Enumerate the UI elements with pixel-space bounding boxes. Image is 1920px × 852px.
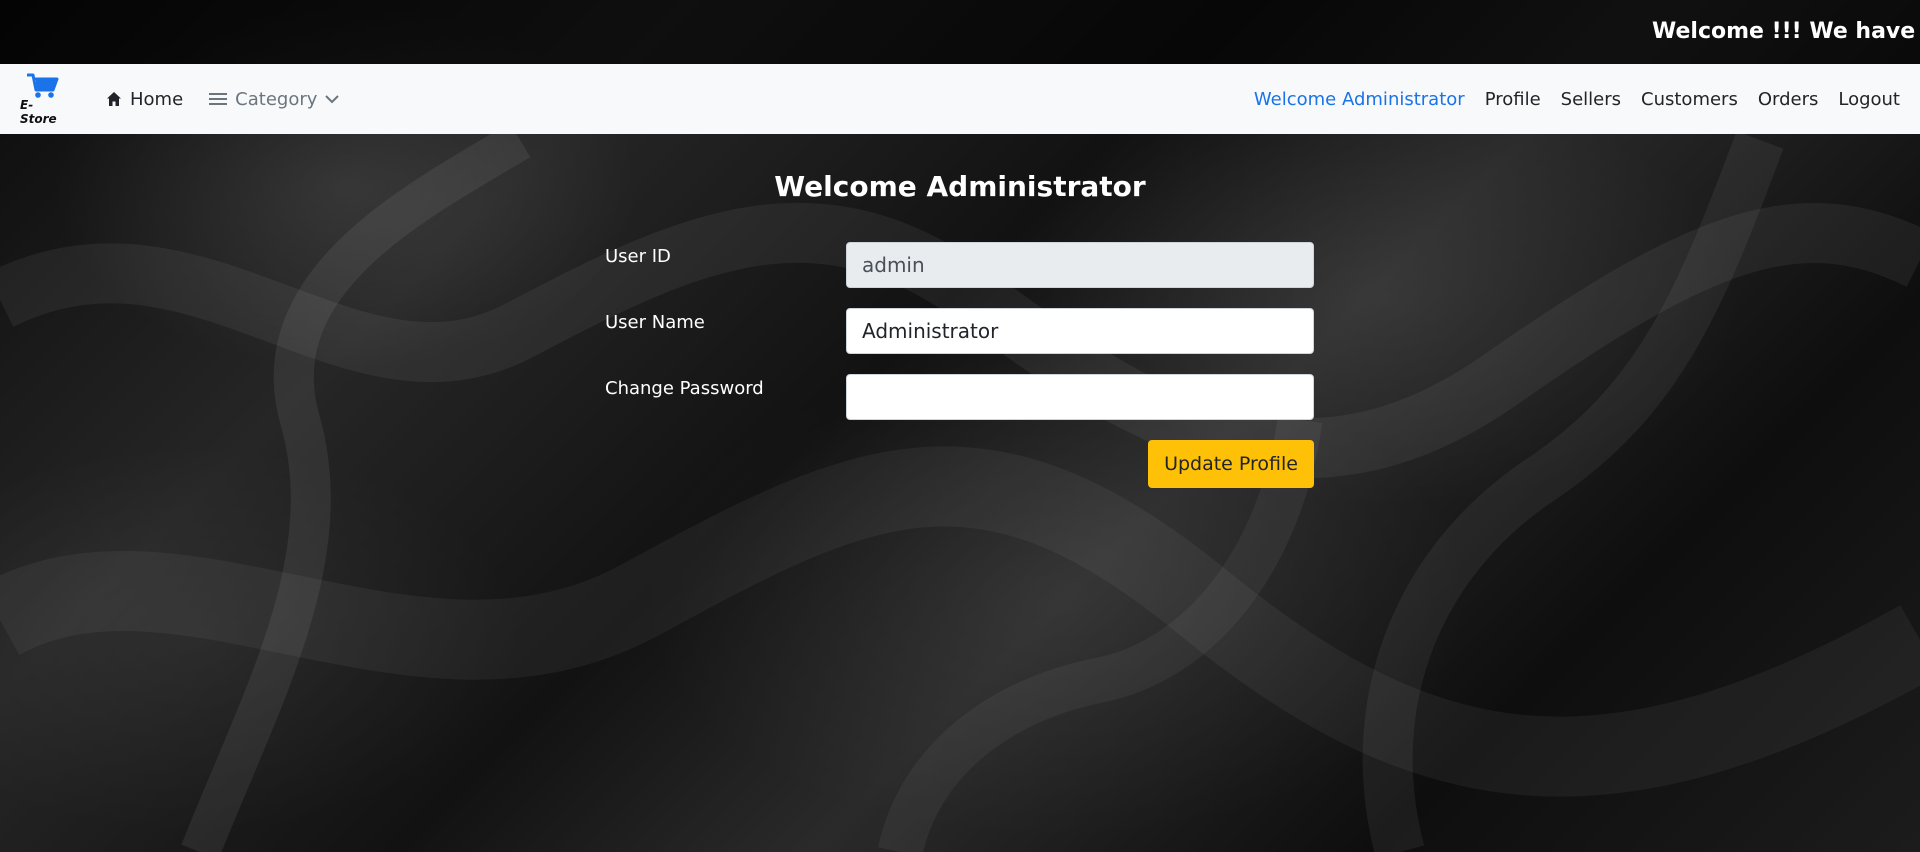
announcement-marquee: Welcome !!! We have a G [0,0,1920,64]
navbar: E-Store Home Category Welcome Administra… [0,64,1920,134]
nav-profile[interactable]: Profile [1485,89,1541,110]
nav-sellers[interactable]: Sellers [1561,89,1621,110]
change-password-label: Change Password [605,378,764,399]
user-name-input[interactable] [846,308,1314,354]
nav-left: Home Category [106,88,340,110]
user-id-label: User ID [605,246,671,267]
nav-category-dropdown[interactable]: Category [209,88,340,110]
brand-logo[interactable]: E-Store [20,72,66,126]
page-title: Welcome Administrator [774,170,1146,203]
home-icon [106,91,122,107]
chevron-down-icon [325,94,340,104]
nav-home[interactable]: Home [106,89,183,110]
change-password-row: Change Password [605,374,1315,420]
brand-text: E-Store [20,98,57,126]
marquee-text: Welcome !!! We have a G [1652,19,1920,44]
nav-category-label: Category [235,88,318,110]
update-profile-button[interactable]: Update Profile [1148,440,1314,488]
nav-orders[interactable]: Orders [1758,89,1819,110]
cart-icon [27,72,59,100]
nav-customers[interactable]: Customers [1641,89,1738,110]
user-name-label: User Name [605,312,705,333]
user-id-input [846,242,1314,288]
nav-home-label: Home [130,88,184,110]
menu-icon [209,91,228,107]
nav-logout[interactable]: Logout [1838,89,1900,110]
change-password-input[interactable] [846,374,1314,420]
profile-form: User ID User Name Change Password Update… [605,242,1315,488]
form-actions: Update Profile [605,440,1314,488]
user-name-row: User Name [605,308,1315,354]
nav-welcome-administrator[interactable]: Welcome Administrator [1254,89,1465,110]
nav-right: Welcome Administrator Profile Sellers Cu… [1254,89,1900,110]
user-id-row: User ID [605,242,1315,288]
